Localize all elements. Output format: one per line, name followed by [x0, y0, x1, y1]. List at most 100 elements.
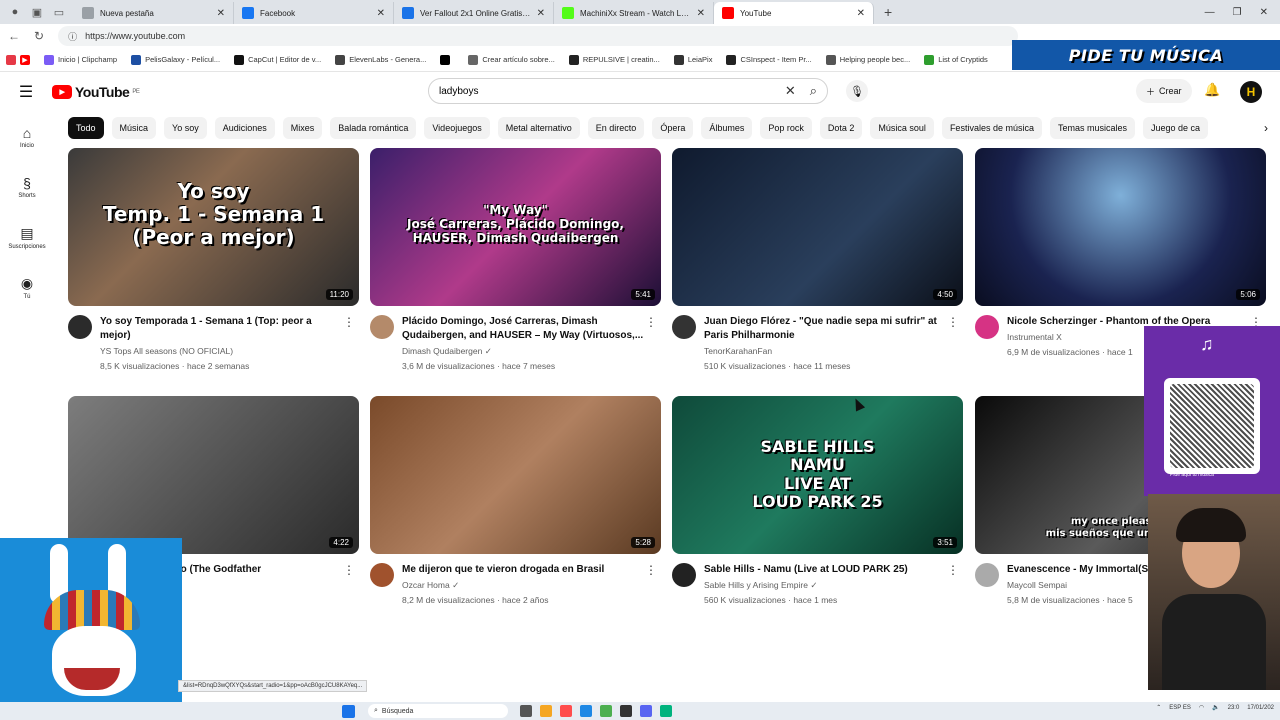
bookmark-item[interactable]: Inicio | Clipchamp — [44, 54, 117, 65]
close-tab-icon[interactable]: ✕ — [217, 8, 225, 19]
video-title[interactable]: Juan Diego Flórez - "Que nadie sepa mi s… — [704, 315, 947, 343]
video-thumbnail[interactable]: 5:06 — [975, 148, 1266, 306]
filter-chip[interactable]: Ópera — [652, 117, 694, 139]
bookmark-item[interactable]: Crear artículo sobre... — [468, 54, 555, 65]
video-title[interactable]: Yo soy Temporada 1 - Semana 1 (Top: peor… — [100, 315, 343, 343]
channel-avatar[interactable] — [975, 563, 999, 587]
file-explorer-icon[interactable] — [540, 705, 552, 717]
channel-name[interactable]: Instrumental X — [1007, 332, 1062, 342]
channel-avatar[interactable] — [68, 315, 92, 339]
reload-icon[interactable]: ↻ — [34, 29, 44, 43]
browser-tab[interactable]: YouTube ✕ — [714, 2, 874, 24]
video-thumbnail[interactable]: SABLE HILLS NAMU LIVE AT LOUD PARK 25 3:5… — [672, 396, 963, 554]
chips-next-arrow-icon[interactable]: › — [1252, 118, 1280, 138]
filter-chip[interactable]: Videojuegos — [424, 117, 490, 139]
site-info-icon[interactable]: ⓘ — [68, 30, 77, 43]
channel-avatar[interactable] — [672, 563, 696, 587]
clear-search-icon[interactable]: ✕ — [785, 83, 796, 99]
video-thumbnail[interactable]: "My Way" José Carreras, Plácido Domingo,… — [370, 148, 661, 306]
wifi-icon[interactable]: ◠ — [1199, 704, 1204, 711]
more-actions-icon[interactable]: ⋮ — [645, 563, 657, 577]
filter-chip[interactable]: Temas musicales — [1049, 117, 1136, 139]
bookmark-item[interactable]: CSInspect - Item Pr... — [726, 54, 812, 65]
bookmark-item[interactable]: List of Cryptids — [924, 54, 988, 65]
language-indicator[interactable]: ESP ES — [1169, 705, 1191, 711]
search-input[interactable] — [439, 85, 785, 97]
sidebar-item[interactable]: § Shorts — [0, 162, 54, 212]
channel-avatar[interactable] — [975, 315, 999, 339]
more-actions-icon[interactable]: ⋮ — [343, 315, 355, 329]
bookmark-item[interactable]: REPULSIVE | creatin... — [568, 54, 660, 65]
clock-date[interactable]: 17/01/202 — [1247, 705, 1274, 711]
channel-name[interactable]: Dimash Qudaibergen — [402, 346, 482, 356]
steam-icon[interactable] — [620, 705, 632, 717]
sidebar-item[interactable]: ◉ Tú — [0, 262, 54, 312]
video-thumbnail[interactable]: 5:28 — [370, 396, 661, 554]
channel-name[interactable]: Ozcar Homa — [402, 580, 450, 590]
brave-icon[interactable] — [560, 705, 572, 717]
video-card[interactable]: "My Way" José Carreras, Plácido Domingo,… — [370, 148, 661, 373]
chrome-icon[interactable] — [600, 705, 612, 717]
search-icon[interactable]: ⌕ — [810, 83, 817, 99]
channel-name[interactable]: TenorKarahanFan — [704, 346, 772, 356]
bookmark-item[interactable]: CapCut | Editor de v... — [234, 54, 321, 65]
video-thumbnail[interactable]: 4:22 — [68, 396, 359, 554]
filter-chip[interactable]: Juego de ca — [1143, 117, 1209, 139]
browser-tab[interactable]: Nueva pestaña ✕ — [74, 2, 234, 24]
video-card[interactable]: Yo soy Temp. 1 - Semana 1 (Peor a mejor)… — [68, 148, 359, 373]
new-tab-icon[interactable]: + — [874, 4, 902, 20]
filter-chip[interactable]: Audiciones — [214, 117, 275, 139]
edge-icon[interactable] — [580, 705, 592, 717]
youtube-bookmark-icon[interactable]: ▶ — [20, 54, 30, 65]
app-icon[interactable] — [660, 705, 672, 717]
more-actions-icon[interactable]: ⋮ — [343, 563, 355, 577]
bookmark-app-icon[interactable] — [6, 54, 16, 65]
clock-time[interactable]: 23:0 — [1228, 705, 1240, 711]
video-thumbnail[interactable]: Yo soy Temp. 1 - Semana 1 (Peor a mejor)… — [68, 148, 359, 306]
filter-chip[interactable]: Música soul — [870, 117, 934, 139]
close-tab-icon[interactable]: ✕ — [537, 8, 545, 19]
back-icon[interactable]: ← — [8, 29, 20, 43]
hamburger-menu-icon[interactable]: ☰ — [0, 82, 52, 102]
close-tab-icon[interactable]: ✕ — [857, 8, 865, 19]
more-actions-icon[interactable]: ⋮ — [947, 315, 959, 329]
minimize-icon[interactable]: — — [1205, 7, 1215, 18]
close-tab-icon[interactable]: ✕ — [377, 8, 385, 19]
sidebar-item[interactable]: ▤ Suscripciones — [0, 212, 54, 262]
volume-icon[interactable]: 🔈 — [1212, 704, 1219, 711]
tab-actions-icon[interactable]: ▭ — [52, 5, 66, 19]
video-card[interactable]: 4:50 Juan Diego Flórez - "Que nadie sepa … — [672, 148, 963, 373]
channel-avatar[interactable] — [370, 563, 394, 587]
filter-chip[interactable]: Mixes — [282, 117, 323, 139]
video-thumbnail[interactable]: 4:50 — [672, 148, 963, 306]
bookmark-item[interactable]: PelisGalaxy - Películ... — [131, 54, 220, 65]
channel-name[interactable]: Sable Hills y Arising Empire — [704, 580, 808, 590]
restore-icon[interactable]: ❐ — [1233, 7, 1242, 18]
video-card[interactable]: 5:28 Me dijeron que te vieron drogada en … — [370, 396, 661, 607]
more-actions-icon[interactable]: ⋮ — [947, 563, 959, 577]
filter-chip[interactable]: Balada romántica — [330, 117, 417, 139]
tray-chevron-icon[interactable]: ⌃ — [1156, 704, 1161, 711]
voice-search-icon[interactable]: 🎙 — [846, 80, 868, 102]
channel-name[interactable]: YS Tops All seasons (NO OFICIAL) — [100, 346, 233, 356]
url-field[interactable]: ⓘ https://www.youtube.com — [58, 26, 1019, 46]
filter-chip[interactable]: Metal alternativo — [497, 117, 580, 139]
filter-chip[interactable]: Música — [111, 117, 157, 139]
browser-tab[interactable]: MachiniXx Stream - Watch Live o ✕ — [554, 2, 714, 24]
filter-chip[interactable]: Álbumes — [701, 117, 753, 139]
notifications-bell-icon[interactable]: 🔔 — [1204, 82, 1220, 98]
channel-avatar[interactable] — [672, 315, 696, 339]
workspaces-icon[interactable]: ▣ — [30, 5, 44, 19]
bookmark-item[interactable]: Helping people bec... — [825, 54, 910, 65]
close-tab-icon[interactable]: ✕ — [697, 8, 705, 19]
windows-start-icon[interactable] — [342, 705, 355, 718]
account-avatar[interactable]: H — [1240, 81, 1262, 103]
youtube-logo[interactable]: ▶ YouTube PE — [52, 84, 140, 100]
filter-chip[interactable]: Pop rock — [760, 117, 812, 139]
channel-name[interactable]: Maycoll Sempai — [1007, 580, 1067, 590]
taskview-icon[interactable] — [520, 705, 532, 717]
taskbar-search[interactable]: ⌕ Búsqueda — [368, 704, 508, 718]
channel-avatar[interactable] — [370, 315, 394, 339]
create-button[interactable]: ＋ Crear — [1136, 79, 1192, 103]
bookmark-item[interactable] — [440, 54, 454, 65]
